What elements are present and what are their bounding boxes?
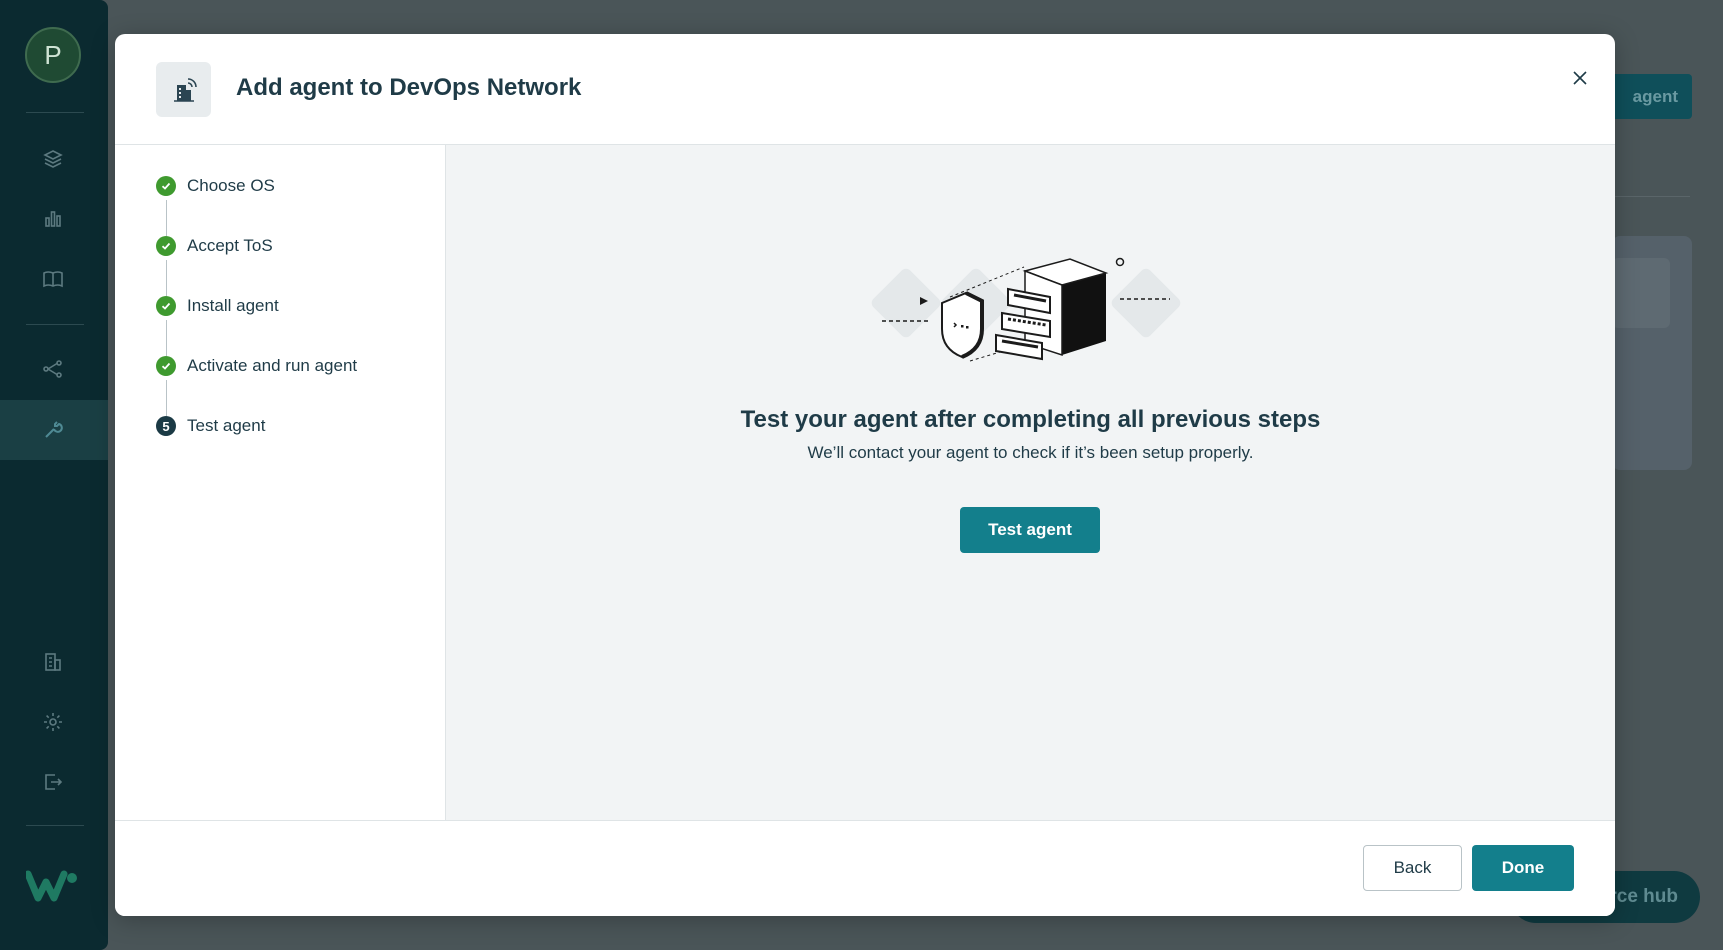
step-connector (166, 260, 167, 296)
network-building-icon (156, 62, 211, 117)
step-test-agent[interactable]: 5 Test agent (156, 414, 265, 438)
background-divider (1610, 196, 1690, 197)
app-sidebar: P (0, 0, 108, 950)
building-icon[interactable] (40, 649, 66, 675)
step-label: Accept ToS (187, 236, 273, 255)
step-label: Install agent (187, 296, 279, 315)
test-agent-button[interactable]: Test agent (960, 507, 1100, 553)
step-connector (166, 320, 167, 356)
sidebar-divider (26, 825, 84, 826)
step-accept-tos[interactable]: Accept ToS (156, 234, 273, 258)
brand-logo[interactable] (24, 868, 80, 907)
step-label: Choose OS (187, 176, 275, 195)
step-choose-os[interactable]: Choose OS (156, 174, 275, 198)
modal-footer: Back Done (115, 820, 1615, 916)
content-panel: Test your agent after completing all pre… (446, 145, 1615, 820)
gear-icon[interactable] (40, 709, 66, 735)
avatar[interactable]: P (25, 27, 81, 83)
checkmark-icon (156, 296, 176, 316)
sidebar-divider (26, 324, 84, 325)
modal-title: Add agent to DevOps Network (236, 74, 582, 101)
shield-and-server-illustration (870, 257, 1190, 377)
wrench-icon[interactable] (40, 417, 66, 443)
share-nodes-icon[interactable] (40, 356, 66, 382)
add-agent-modal: Add agent to DevOps Network Choose OS Ac… (115, 34, 1615, 916)
step-label: Activate and run agent (187, 356, 358, 375)
step-number-badge: 5 (156, 416, 176, 436)
background-card (1612, 236, 1692, 470)
bar-chart-icon[interactable] (40, 206, 66, 232)
sidebar-divider (26, 112, 84, 113)
content-heading: Test your agent after completing all pre… (740, 406, 1321, 433)
step-connector (166, 200, 167, 236)
checkmark-icon (156, 176, 176, 196)
logout-icon[interactable] (40, 769, 66, 795)
steps-panel: Choose OS Accept ToS Install agent Activ… (115, 145, 446, 820)
checkmark-icon (156, 236, 176, 256)
book-icon[interactable] (40, 266, 66, 292)
layers-icon[interactable] (40, 146, 66, 172)
step-install-agent[interactable]: Install agent (156, 294, 279, 318)
checkmark-icon (156, 356, 176, 376)
step-activate-and-run-agent[interactable]: Activate and run agent (156, 354, 357, 378)
close-icon[interactable] (1566, 64, 1594, 92)
done-button[interactable]: Done (1472, 845, 1574, 891)
step-connector (166, 380, 167, 416)
modal-header: Add agent to DevOps Network (115, 34, 1615, 145)
content-subtext: We’ll contact your agent to check if it’… (807, 443, 1254, 462)
back-button[interactable]: Back (1363, 845, 1462, 891)
step-label: Test agent (187, 416, 266, 435)
